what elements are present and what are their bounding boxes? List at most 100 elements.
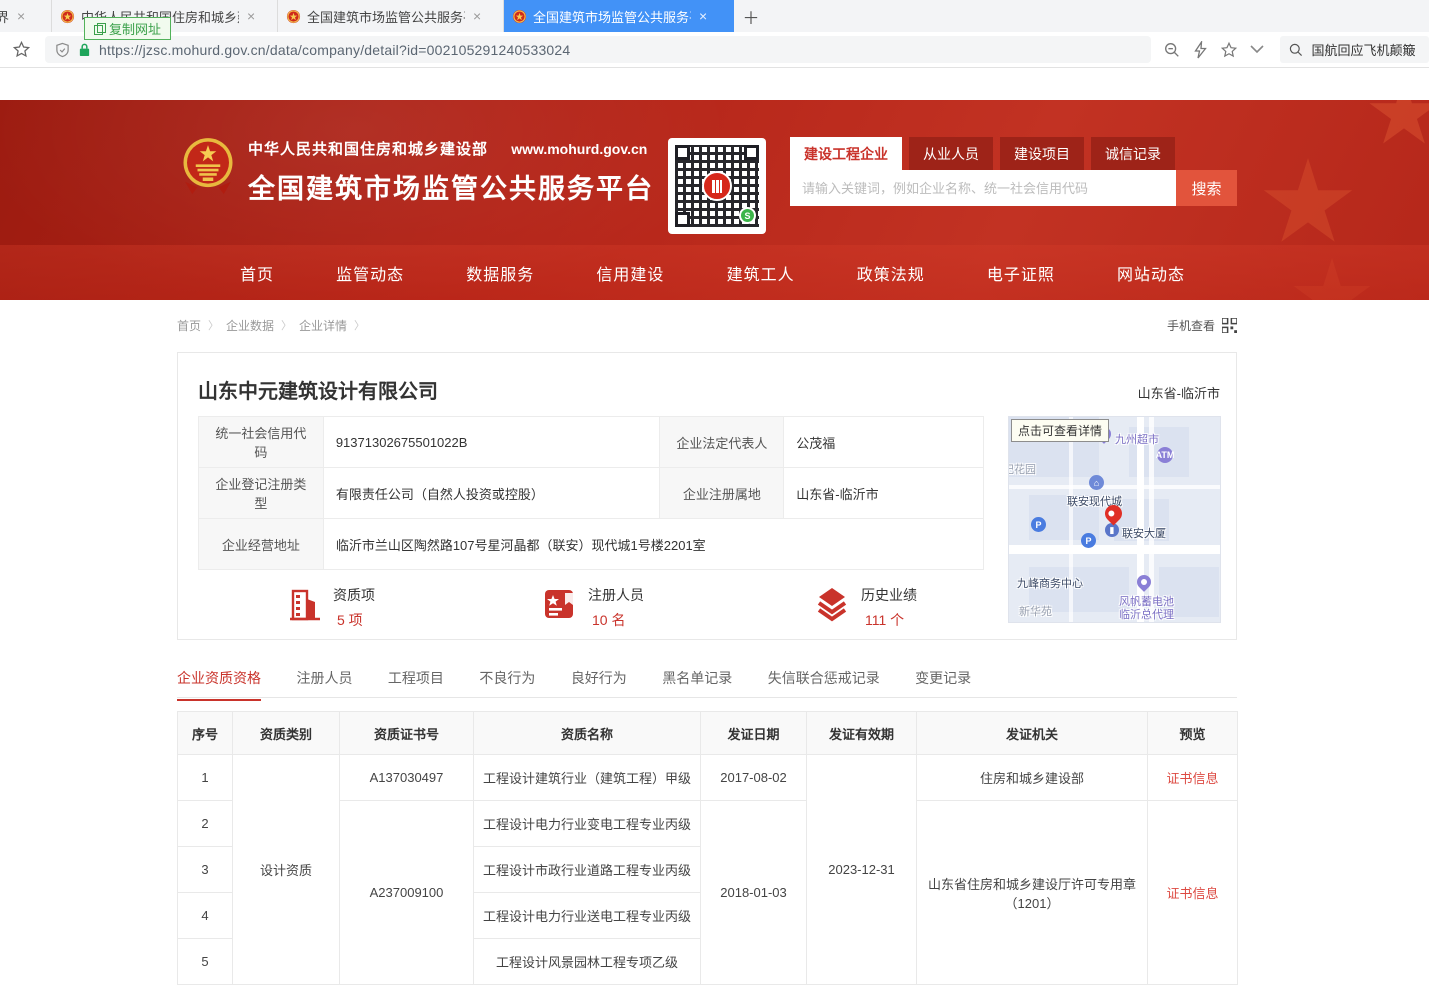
- map-poi-business-center: 九峰商务中心: [1017, 575, 1083, 591]
- browser-tab-1[interactable]: 界 ×: [0, 0, 52, 32]
- lightning-icon[interactable]: [1193, 41, 1208, 59]
- map-poi-garden: 纪花园: [1008, 461, 1036, 477]
- breadcrumb-separator: 〉: [208, 317, 219, 333]
- tab-title: 全国建筑市场监管公共服务平台: [307, 7, 465, 26]
- parking-icon: P: [1081, 533, 1096, 548]
- col-authority: 发证机关: [917, 712, 1148, 755]
- parking-icon: P: [1031, 517, 1046, 532]
- seq-cell: 4: [178, 893, 233, 939]
- table-row: 企业经营地址 临沂市兰山区陶然路107号星河晶都（联安）现代城1号楼2201室: [199, 519, 984, 570]
- shield-icon[interactable]: [55, 42, 70, 58]
- breadcrumb-company-detail[interactable]: 企业详情: [299, 317, 347, 334]
- url-text: https://jzsc.mohurd.gov.cn/data/company/…: [99, 42, 570, 58]
- copy-icon: [94, 23, 104, 34]
- zoom-out-icon[interactable]: [1163, 41, 1181, 59]
- nav-site-news[interactable]: 网站动态: [1117, 261, 1185, 285]
- ministry-name: 中华人民共和国住房和城乡建设部: [248, 141, 488, 158]
- certificate-info-link[interactable]: 证书信息: [1166, 771, 1218, 786]
- stat-qualifications[interactable]: 资质项 5 项: [286, 585, 375, 630]
- building-poi-icon: ⌂: [1089, 475, 1104, 490]
- nav-workers[interactable]: 建筑工人: [727, 261, 795, 285]
- url-field[interactable]: https://jzsc.mohurd.gov.cn/data/company/…: [45, 36, 1151, 63]
- authority-line-1: 山东省住房和城乡建设厅许可专用章: [923, 874, 1141, 893]
- quick-search-box[interactable]: 国航回应飞机颠簸: [1280, 36, 1429, 63]
- info-label: 统一社会信用代码: [199, 417, 324, 468]
- breadcrumb-home[interactable]: 首页: [177, 317, 201, 334]
- info-label: 企业登记注册类型: [199, 468, 324, 519]
- info-label: 企业法定代表人: [660, 417, 784, 468]
- seq-cell: 3: [178, 847, 233, 893]
- nav-policy[interactable]: 政策法规: [857, 261, 925, 285]
- lock-icon: [78, 42, 91, 57]
- banner: 中华人民共和国住房和城乡建设部 www.mohurd.gov.cn 全国建筑市场…: [0, 100, 1429, 245]
- chevron-down-icon[interactable]: [1250, 45, 1264, 54]
- close-icon[interactable]: ×: [699, 8, 707, 24]
- new-tab-button[interactable]: ＋: [734, 0, 768, 32]
- emblem-favicon-icon: [60, 9, 75, 24]
- search-button[interactable]: 搜索: [1176, 170, 1237, 206]
- validity-cell: 2023-12-31: [807, 755, 917, 985]
- issue-date-cell: 2018-01-03: [701, 801, 807, 985]
- close-icon[interactable]: ×: [473, 8, 481, 24]
- tab-title: 界: [0, 7, 9, 26]
- authority-line-2: （1201）: [923, 893, 1141, 912]
- nav-e-license[interactable]: 电子证照: [987, 261, 1055, 285]
- nav-data-service[interactable]: 数据服务: [466, 261, 534, 285]
- map-poi-xinhua: 新华苑: [1019, 603, 1052, 619]
- stat-history-performance[interactable]: 历史业绩 111 个: [814, 585, 917, 630]
- favorite-star-icon[interactable]: [1220, 41, 1238, 59]
- company-info-table: 统一社会信用代码 91371302675501022B 企业法定代表人 公茂福 …: [198, 416, 984, 570]
- address-bar: https://jzsc.mohurd.gov.cn/data/company/…: [0, 32, 1429, 68]
- tab-qualifications[interactable]: 企业资质资格: [177, 668, 261, 701]
- browser-tab-3[interactable]: 全国建筑市场监管公共服务平台 ×: [278, 0, 504, 32]
- breadcrumb-separator: 〉: [281, 317, 292, 333]
- copy-url-label: 复制网址: [109, 19, 161, 38]
- info-label: 企业注册属地: [660, 468, 784, 519]
- category-cell: 设计资质: [233, 755, 340, 985]
- stat-registered-personnel[interactable]: 注册人员 10 名: [541, 585, 644, 630]
- stat-value: 5 项: [337, 610, 375, 630]
- tab-projects[interactable]: 工程项目: [388, 668, 444, 699]
- table-row: 统一社会信用代码 91371302675501022B 企业法定代表人 公茂福: [199, 417, 984, 468]
- browser-tab-active[interactable]: 全国建筑市场监管公共服务平台 ×: [504, 0, 734, 32]
- page-content: 首页 〉 企业数据 〉 企业详情 〉 手机查看 山东中元建筑设计有限公司 山东省…: [177, 300, 1237, 985]
- breadcrumb-company-data[interactable]: 企业数据: [226, 317, 274, 334]
- search-category-tabs: 建设工程企业 从业人员 建设项目 诚信记录: [790, 137, 1237, 170]
- certificate-info-link[interactable]: 证书信息: [1166, 886, 1218, 901]
- stat-label: 资质项: [333, 585, 375, 605]
- breadcrumb: 首页 〉 企业数据 〉 企业详情 〉 手机查看: [177, 315, 1237, 335]
- tab-dishonesty-records[interactable]: 失信联合惩戒记录: [768, 668, 880, 699]
- nav-supervision[interactable]: 监管动态: [336, 261, 404, 285]
- tab-good-behavior[interactable]: 良好行为: [571, 668, 627, 699]
- stat-value: 111 个: [865, 610, 917, 630]
- close-icon[interactable]: ×: [17, 8, 25, 24]
- building-icon: [286, 585, 322, 623]
- info-label: 企业经营地址: [199, 519, 324, 570]
- col-seq: 序号: [178, 712, 233, 755]
- emblem-favicon-icon: [286, 9, 301, 24]
- quick-search-text: 国航回应飞机颠簸: [1312, 40, 1416, 59]
- search-tab-personnel[interactable]: 从业人员: [909, 137, 993, 170]
- mobile-qr-icon[interactable]: [1222, 318, 1237, 333]
- keyword-search-input[interactable]: [790, 170, 1176, 206]
- close-icon[interactable]: ×: [247, 8, 255, 24]
- tab-registered-personnel[interactable]: 注册人员: [296, 668, 352, 699]
- search-tab-project[interactable]: 建设项目: [1000, 137, 1084, 170]
- tab-blacklist[interactable]: 黑名单记录: [662, 668, 732, 699]
- location-map[interactable]: 九州超市 ATM 纪花园 ⌂ 联安现代城 ▮ 联安大厦 P P 九峰商务中心 风…: [1008, 416, 1221, 623]
- table-row: 企业登记注册类型 有限责任公司（自然人投资或控股） 企业注册属地 山东省-临沂市: [199, 468, 984, 519]
- header-search-panel: 建设工程企业 从业人员 建设项目 诚信记录 搜索: [790, 137, 1237, 206]
- qual-name-cell: 工程设计建筑行业（建筑工程）甲级: [474, 755, 701, 801]
- search-tab-enterprise[interactable]: 建设工程企业: [790, 137, 902, 170]
- ministry-website: www.mohurd.gov.cn: [511, 141, 647, 157]
- nav-home[interactable]: 首页: [240, 261, 274, 285]
- registration-type-value: 有限责任公司（自然人投资或控股）: [323, 468, 660, 519]
- search-tab-credit[interactable]: 诚信记录: [1091, 137, 1175, 170]
- credit-code-value: 91371302675501022B: [323, 417, 660, 468]
- tab-bad-behavior[interactable]: 不良行为: [479, 668, 535, 699]
- qual-name-cell: 工程设计风景园林工程专项乙级: [474, 939, 701, 985]
- bookmark-star-icon[interactable]: [12, 40, 31, 59]
- mobile-view-label[interactable]: 手机查看: [1167, 317, 1215, 334]
- tab-change-records[interactable]: 变更记录: [915, 668, 971, 699]
- nav-credit[interactable]: 信用建设: [596, 261, 664, 285]
